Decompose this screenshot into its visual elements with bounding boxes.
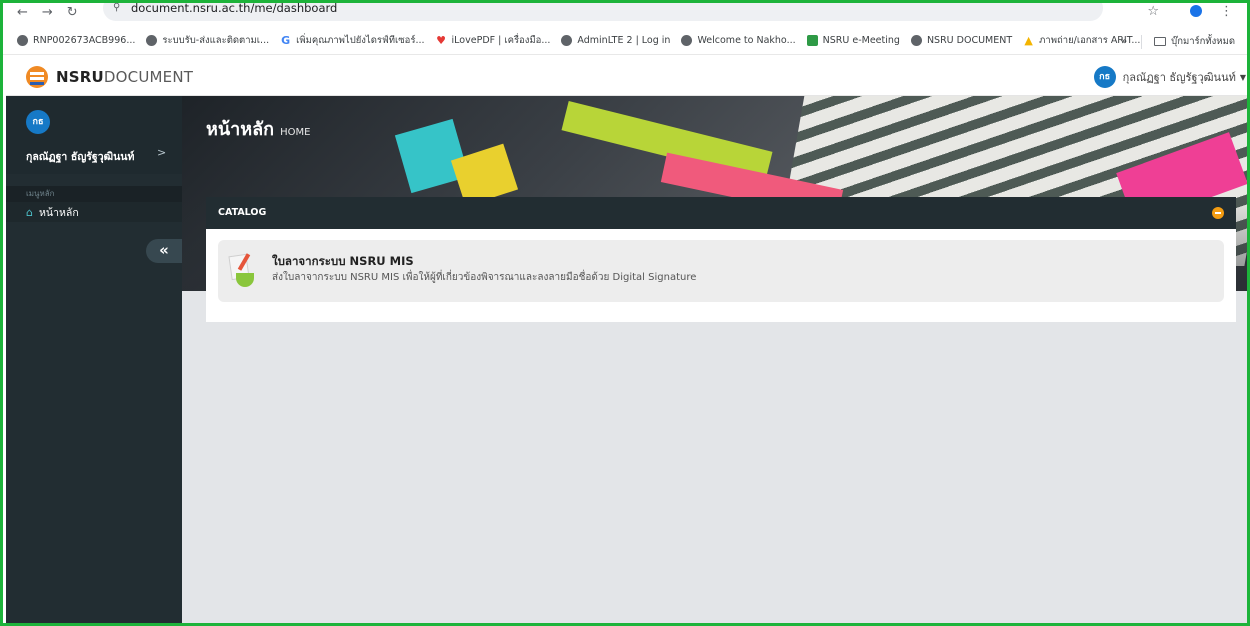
globe-icon: [681, 35, 693, 46]
all-bookmarks-button[interactable]: บุ๊กมาร์กทั้งหมด: [1171, 34, 1235, 49]
collapse-card-icon[interactable]: [1212, 207, 1224, 219]
avatar: กธ: [26, 110, 50, 134]
browser-toolbar: ←→↻ ⚲ document.nsru.ac.th/me/dashboard ☆…: [3, 3, 1247, 25]
screenshot-frame: ←→↻ ⚲ document.nsru.ac.th/me/dashboard ☆…: [0, 0, 1250, 626]
bookmark-item[interactable]: ♥ iLovePDF | เครื่องมือ...: [436, 33, 550, 48]
globe-icon: [17, 35, 28, 46]
bookmark-item[interactable]: G เพิ่มคุณภาพไปยังไดรฟ์ทีเซอร์...: [280, 33, 425, 48]
catalog-item-nsru-leave[interactable]: ใบลาจากระบบ NSRU MIS ส่งใบลาจากระบบ NSRU…: [218, 240, 1224, 302]
catalog-card: CATALOG ใบลาจากระบบ NSRU MIS ส่งใบลาจากร…: [206, 197, 1236, 322]
caret-down-icon: ▼: [1239, 72, 1246, 82]
folder-icon: [1154, 37, 1167, 46]
user-name: กุลณัฏฐา ธัญรัฐวุฒินนท์: [1122, 71, 1236, 84]
bookmark-star-icon[interactable]: ☆: [1147, 4, 1159, 19]
sidebar-collapse-button[interactable]: «: [146, 239, 182, 263]
bookmark-item[interactable]: Welcome to Nakho...: [681, 35, 796, 46]
bookmarks-bar: RNP002673ACB996... ระบบรับ-ส่งและติดตามเ…: [3, 27, 1247, 55]
nsru-icon: [806, 35, 818, 46]
page-title: หน้าหลัก HOME: [206, 119, 311, 140]
catalog-item-description: ส่งใบลาจากระบบ NSRU MIS เพื่อให้ผู้ที่เก…: [272, 272, 697, 283]
main-content: หน้าหลัก HOME CATALOG ใบลาจากระบบ NSRU MI…: [182, 96, 1247, 623]
card-body: ใบลาจากระบบ NSRU MIS ส่งใบลาจากระบบ NSRU…: [206, 229, 1236, 313]
sidebar-user-panel[interactable]: กธ กุลณัฏฐา ธัญรัฐวุฒินนท์ >: [6, 96, 182, 174]
card-header: CATALOG: [206, 197, 1236, 229]
profile-icon[interactable]: [1190, 5, 1202, 17]
heart-icon: ♥: [436, 34, 446, 47]
address-bar[interactable]: ⚲ document.nsru.ac.th/me/dashboard: [103, 1, 1103, 21]
browser-nav-icons[interactable]: ←→↻: [17, 5, 92, 20]
sidebar-user-name: กุลณัฏฐา ธัญรัฐวุฒินนท์: [26, 151, 135, 163]
site-info-icon[interactable]: ⚲: [113, 3, 120, 13]
app-header: NSRUDOCUMENT กธ กุลณัฏฐา ธัญรัฐวุฒินนท์ …: [6, 58, 1247, 96]
drive-icon: ▲: [1024, 34, 1033, 47]
globe-icon: [146, 35, 158, 46]
nsru-logo-icon: [26, 66, 48, 88]
bookmark-item[interactable]: AdminLTE 2 | Log in: [561, 35, 670, 46]
home-icon: ⌂: [26, 205, 33, 219]
avatar: กธ: [1093, 66, 1116, 88]
globe-icon: [910, 35, 922, 46]
divider: [1141, 34, 1143, 49]
sidebar: กธ กุลณัฏฐา ธัญรัฐวุฒินนท์ > เมนูหลัก ⌂ …: [6, 96, 182, 623]
bookmarks-overflow: » บุ๊กมาร์กทั้งหมด: [1121, 34, 1235, 49]
bookmark-item[interactable]: NSRU e-Meeting: [806, 35, 900, 46]
page-subtitle: HOME: [280, 127, 311, 138]
user-menu[interactable]: กธ กุลณัฏฐา ธัญรัฐวุฒินนท์ ▼: [1093, 66, 1246, 88]
sidebar-item-label: หน้าหลัก: [38, 206, 79, 219]
sidebar-menu-header: เมนูหลัก: [6, 186, 182, 202]
more-bookmarks-button[interactable]: »: [1121, 36, 1127, 47]
google-icon: G: [280, 34, 292, 47]
app-logo-text[interactable]: NSRUDOCUMENT: [56, 68, 193, 86]
catalog-item-title: ใบลาจากระบบ NSRU MIS: [272, 254, 414, 268]
card-title: CATALOG: [218, 207, 267, 218]
bookmark-item[interactable]: ระบบรับ-ส่งและติดตามเ...: [146, 33, 269, 48]
chevron-right-icon: >: [157, 146, 167, 159]
globe-icon: [561, 35, 573, 46]
menu-kebab-icon[interactable]: ⋮: [1220, 4, 1233, 19]
sidebar-item-home[interactable]: ⌂ หน้าหลัก: [6, 202, 182, 222]
document-sign-icon: [228, 251, 258, 289]
url-text: document.nsru.ac.th/me/dashboard: [131, 1, 338, 15]
bookmark-item[interactable]: NSRU DOCUMENT: [910, 35, 1012, 46]
bookmark-item[interactable]: RNP002673ACB996...: [17, 35, 135, 46]
